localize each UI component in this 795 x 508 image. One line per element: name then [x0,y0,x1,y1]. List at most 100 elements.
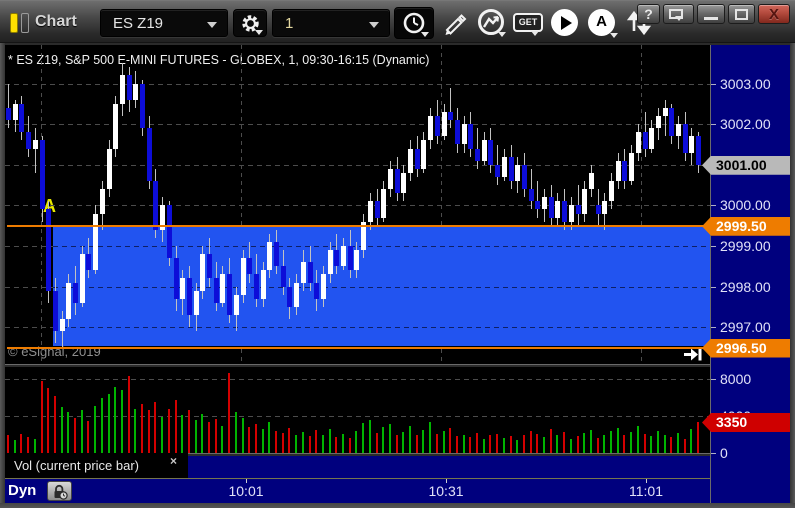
volume-bar [616,428,619,453]
volume-bar [335,437,338,453]
volume-bar [516,440,519,453]
volume-bar [228,373,231,453]
volume-bar [208,422,210,453]
volume-bar [120,390,123,453]
volume-bar [127,376,130,453]
volume-bar [40,380,43,453]
chart-header: * ES Z19, S&P 500 E-MINI FUTURES - GLOBE… [8,53,430,67]
candle [86,254,92,271]
volume-indicator-label-box[interactable]: Vol (current price bar) × [5,453,188,479]
candle [488,140,494,165]
time-axis-label: 11:01 [629,483,663,499]
candle [186,278,192,315]
price-pane[interactable]: * ES Z19, S&P 500 E-MINI FUTURES - GLOBE… [5,45,710,365]
candle [428,116,434,141]
maximize-button[interactable] [728,4,755,24]
lock-button[interactable] [47,481,72,501]
volume-bar [670,437,673,453]
volume-bar [87,420,90,453]
candle [341,246,346,267]
candle [193,290,199,316]
go-to-end-icon[interactable] [683,348,703,361]
help-button[interactable]: ? [637,4,660,24]
volume-bar [589,429,592,453]
volume-indicator-close-icon[interactable]: × [170,454,177,468]
candle [394,168,400,194]
titlebar[interactable]: Chart ES Z19 1 GET A ? X [0,1,795,43]
volume-bar [462,434,465,453]
volume-bar [623,435,626,453]
candle [367,201,373,222]
candle [441,112,447,137]
volume-label-strip [188,456,710,478]
volume-bar [402,431,405,453]
gear-dropdown-arrow [255,30,263,35]
volume-bar [342,433,344,453]
zone-gridline [52,286,710,288]
volume-bar [636,426,639,453]
annotate-a-icon[interactable]: A [588,9,618,38]
candle [414,148,420,169]
candle [260,270,266,299]
volume-bar [241,417,244,453]
volume-bar [643,433,646,453]
annotate-dropdown-arrow [610,33,618,38]
volume-bar [442,430,445,453]
alert-price-line [7,224,710,227]
volume-bar [690,428,693,453]
candle [354,250,360,271]
price-axis-label: 3002.00 [720,116,771,133]
settings-button[interactable] [233,9,267,37]
candle [59,319,65,332]
candle [454,120,460,145]
candle [669,107,675,137]
candle [615,160,621,182]
symbol-dropdown[interactable]: ES Z19 [100,9,228,37]
volume-bar [167,408,170,453]
candle [280,266,286,287]
volume-bar [610,430,612,453]
volume-bar [141,403,143,453]
candle [327,250,333,275]
candle [421,140,427,169]
candle [528,189,534,202]
candle [548,197,554,218]
volume-bar [415,435,418,453]
volume-pane[interactable] [5,367,710,453]
volume-bar [13,440,16,453]
candle [12,103,18,121]
volume-bar [489,435,492,453]
interval-dropdown[interactable]: 1 [272,9,390,37]
pane-splitter[interactable] [5,364,710,365]
candle [387,168,393,190]
candle [635,132,641,153]
candle [401,172,407,194]
volume-bar [388,424,391,453]
candle [274,241,279,267]
candle [220,274,226,303]
volume-axis-tick [711,453,716,454]
time-templates-button[interactable] [394,7,434,39]
candle [153,181,159,230]
volume-bar [469,437,472,453]
time-axis-bar[interactable]: Dyn 10:01 10:31 11:01 [5,479,710,503]
volume-bar [281,432,284,453]
dynamic-mode-label: Dyn [8,482,37,499]
volume-bar [362,423,365,453]
interval-dropdown-arrow [369,22,379,28]
close-button[interactable]: X [758,4,790,24]
volume-bar [529,430,532,453]
minimize-button[interactable] [697,4,725,24]
play-icon[interactable] [551,9,578,36]
volume-bar [234,412,237,453]
trendline-icon[interactable] [476,8,506,38]
dock-button[interactable] [663,4,694,24]
volume-bar [214,418,217,453]
price-axis-tick [711,124,716,126]
volume-bar [201,414,204,453]
volume-bar [114,387,117,453]
pencil-icon[interactable] [441,10,467,36]
volume-bar [187,410,190,453]
candle [207,254,212,279]
price-axis[interactable]: 3003.00 3002.00 3000.00 2999.00 2998.00 2997.… [702,45,790,503]
